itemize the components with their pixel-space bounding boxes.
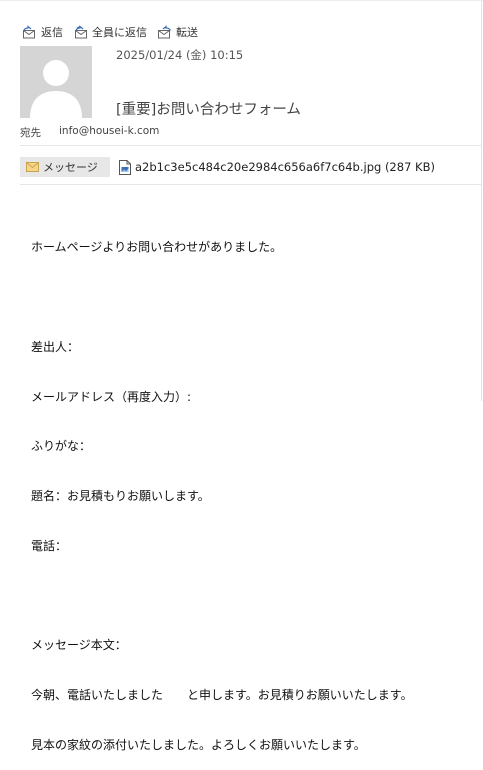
reply-button[interactable]: 返信 [22,24,63,40]
body-line: 差出人： [31,339,80,354]
top-border [0,0,483,6]
reply-icon [23,25,35,39]
reply-label: 返信 [41,26,63,39]
to-label: 宛先 [20,127,41,139]
reply-all-button[interactable]: 全員に返信 [73,24,147,40]
reply-all-icon [75,25,87,39]
attachment-file[interactable]: a2b1c3e5c484c20e2984c656a6f7c64b.jpg (28… [119,159,435,175]
body-line [31,289,481,306]
attachment-divider [20,184,482,185]
message-tab[interactable]: メッセージ [20,157,110,177]
body-line [31,588,481,605]
forward-button[interactable]: 転送 [157,24,198,40]
attachment-file-name: a2b1c3e5c484c20e2984c656a6f7c64b.jpg (28… [135,160,435,174]
image-file-icon [119,159,131,175]
body-line: ホームページよりお問い合わせがありました。 [31,240,283,255]
to-address[interactable]: info@housei-k.com [59,125,159,140]
forward-label: 転送 [176,26,198,39]
attachment-bar: メッセージ a2b1c3e5c484c20e2984c656a6f7c64b.j… [20,157,435,177]
body-line: メッセージ本文： [31,638,127,653]
reply-all-label: 全員に返信 [92,26,147,39]
body-line: メールアドレス（再度入力）: [31,389,192,404]
message-tab-label: メッセージ [43,161,98,174]
body-line: ふりがな： [31,439,92,454]
body-line: 題名：お見積もりお願いします。 [31,489,210,504]
person-silhouette-icon [30,60,82,118]
header-divider [20,145,482,146]
forward-icon [158,25,172,39]
envelope-icon [26,162,39,172]
message-toolbar: 返信 全員に返信 転送 [22,23,208,41]
body-line: 今朝、電話いたしました と申します。お見積りお願いいたします。 [31,688,413,703]
sender-avatar [20,46,92,118]
body-line: 見本の家紋の添付いたしました。よろしくお願いいたします。 [31,738,366,752]
message-body: ホームページよりお問い合わせがありました。 差出人： メールアドレス（再度入力）… [31,206,481,770]
message-subject: [重要]お問い合わせフォーム [116,102,301,118]
body-line: 電話： [31,538,68,553]
sent-date: 2025/01/24 (金) 10:15 [116,48,244,62]
recipient-row: 宛先 info@housei-k.com [20,125,159,140]
